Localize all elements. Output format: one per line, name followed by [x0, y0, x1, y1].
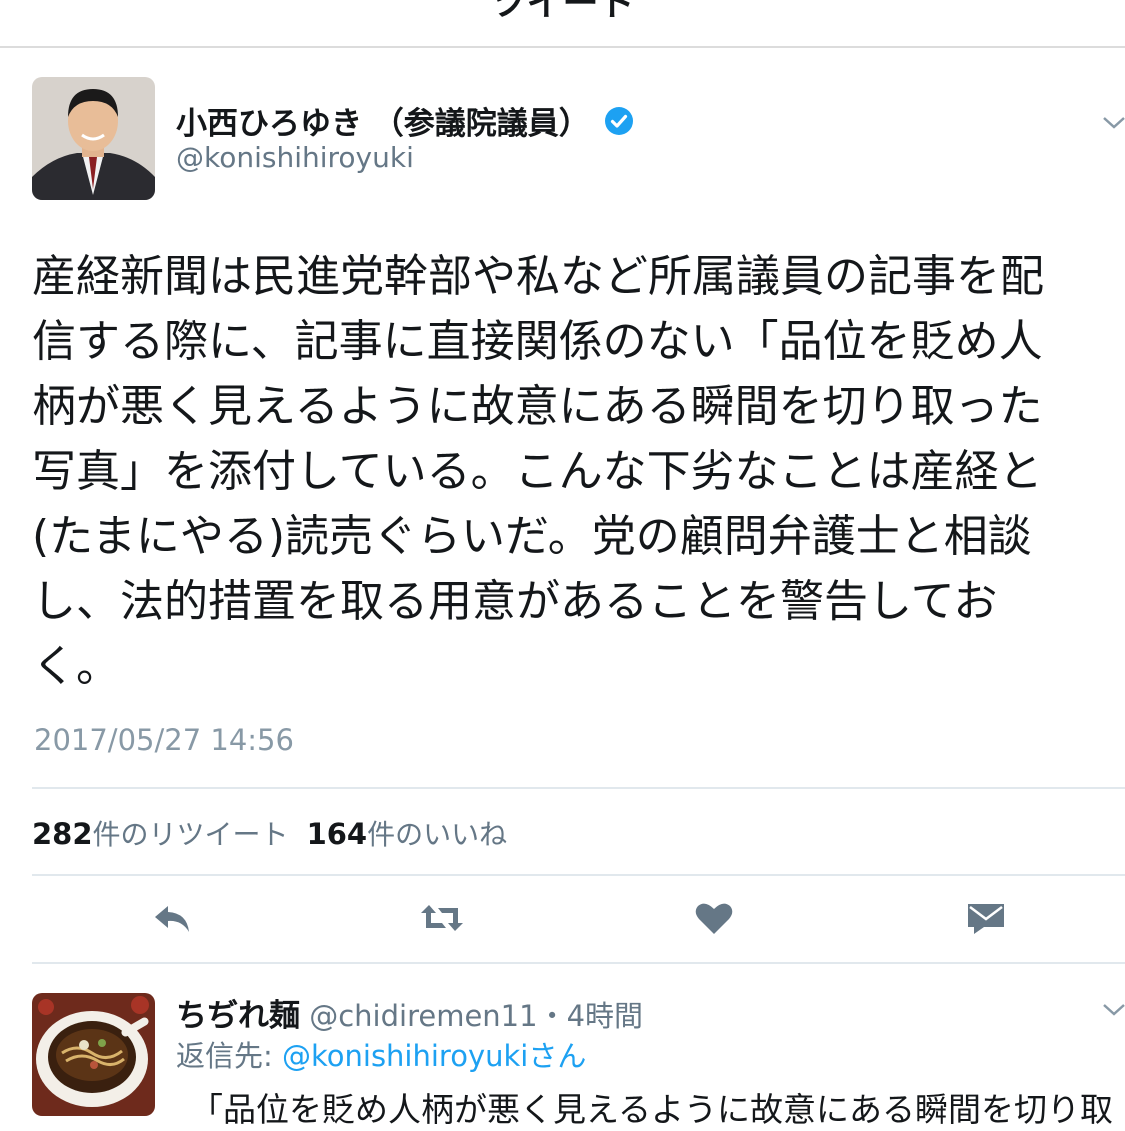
author-name-text: 小西ひろゆき （参議院議員） — [176, 106, 590, 142]
reply-author-name: ちぢれ麺 — [176, 998, 300, 1034]
reply-handle-time: @chidiremen11・4時間 — [309, 999, 644, 1033]
like-button[interactable] — [692, 898, 736, 938]
reply-to: 返信先: @konishihiroyukiさん — [176, 1033, 586, 1075]
verified-icon — [604, 106, 633, 135]
reply-to-mention[interactable]: @konishihiroyukiさん — [282, 1039, 586, 1073]
tweet-text-line: 写真」を添付している。こんな下劣なことは産経と — [32, 446, 1043, 497]
retweet-stat[interactable]: 282件のリツイート — [32, 817, 289, 851]
tweet-text-line: く。 — [32, 641, 120, 692]
tweet-stats: 282件のリツイート 164件のいいね — [32, 813, 507, 853]
retweet-label: 件のリツイート — [92, 818, 289, 851]
tweet-text-line: (たまにやる)読売ぐらいだ。党の顧問弁護士と相談 — [32, 511, 1032, 562]
dm-icon — [968, 904, 1004, 934]
chevron-down-icon[interactable] — [1102, 116, 1125, 130]
tweet-text-line: し、法的措置を取る用意があることを警告してお — [32, 576, 998, 627]
reply-button[interactable] — [150, 898, 194, 938]
like-count: 164 — [306, 817, 368, 851]
author-name[interactable]: 小西ひろゆき （参議院議員） — [176, 98, 634, 143]
reply-text: 「品位を貶め人柄が悪く見えるように故意にある瞬間を切り取 — [190, 1090, 1114, 1129]
retweet-count: 282 — [32, 817, 93, 851]
chevron-down-icon[interactable] — [1102, 1003, 1125, 1017]
reply-icon — [155, 906, 189, 932]
retweet-icon — [421, 905, 463, 931]
like-icon — [695, 903, 733, 934]
tweet-text-line: 信する際に、記事に直接関係のない「品位を貶め人 — [32, 316, 1043, 367]
nav-title: ツイート — [490, 0, 635, 24]
divider — [32, 787, 1125, 789]
like-label: 件のいいね — [367, 818, 508, 851]
divider — [32, 874, 1125, 876]
author-handle[interactable]: @konishihiroyuki — [176, 141, 414, 174]
divider — [32, 962, 1125, 964]
retweet-button[interactable] — [420, 898, 464, 938]
reply-to-prefix: 返信先: — [176, 1039, 282, 1073]
tweet-timestamp: 2017/05/27 14:56 — [34, 723, 294, 757]
tweet-text-line: 産経新聞は民進党幹部や私など所属議員の記事を配 — [32, 251, 1044, 302]
like-stat[interactable]: 164件のいいね — [306, 817, 508, 851]
nav-divider — [0, 46, 1125, 48]
author-avatar[interactable] — [32, 77, 155, 200]
reply-avatar[interactable] — [32, 993, 155, 1116]
tweet-text-line: 柄が悪く見えるように故意にある瞬間を切り取った — [32, 381, 1043, 432]
tweet-text: 産経新聞は民進党幹部や私など所属議員の記事を配 信する際に、記事に直接関係のない… — [32, 244, 1102, 699]
reply-header[interactable]: ちぢれ麺 @chidiremen11・4時間 — [176, 990, 643, 1035]
dm-button[interactable] — [964, 898, 1008, 938]
